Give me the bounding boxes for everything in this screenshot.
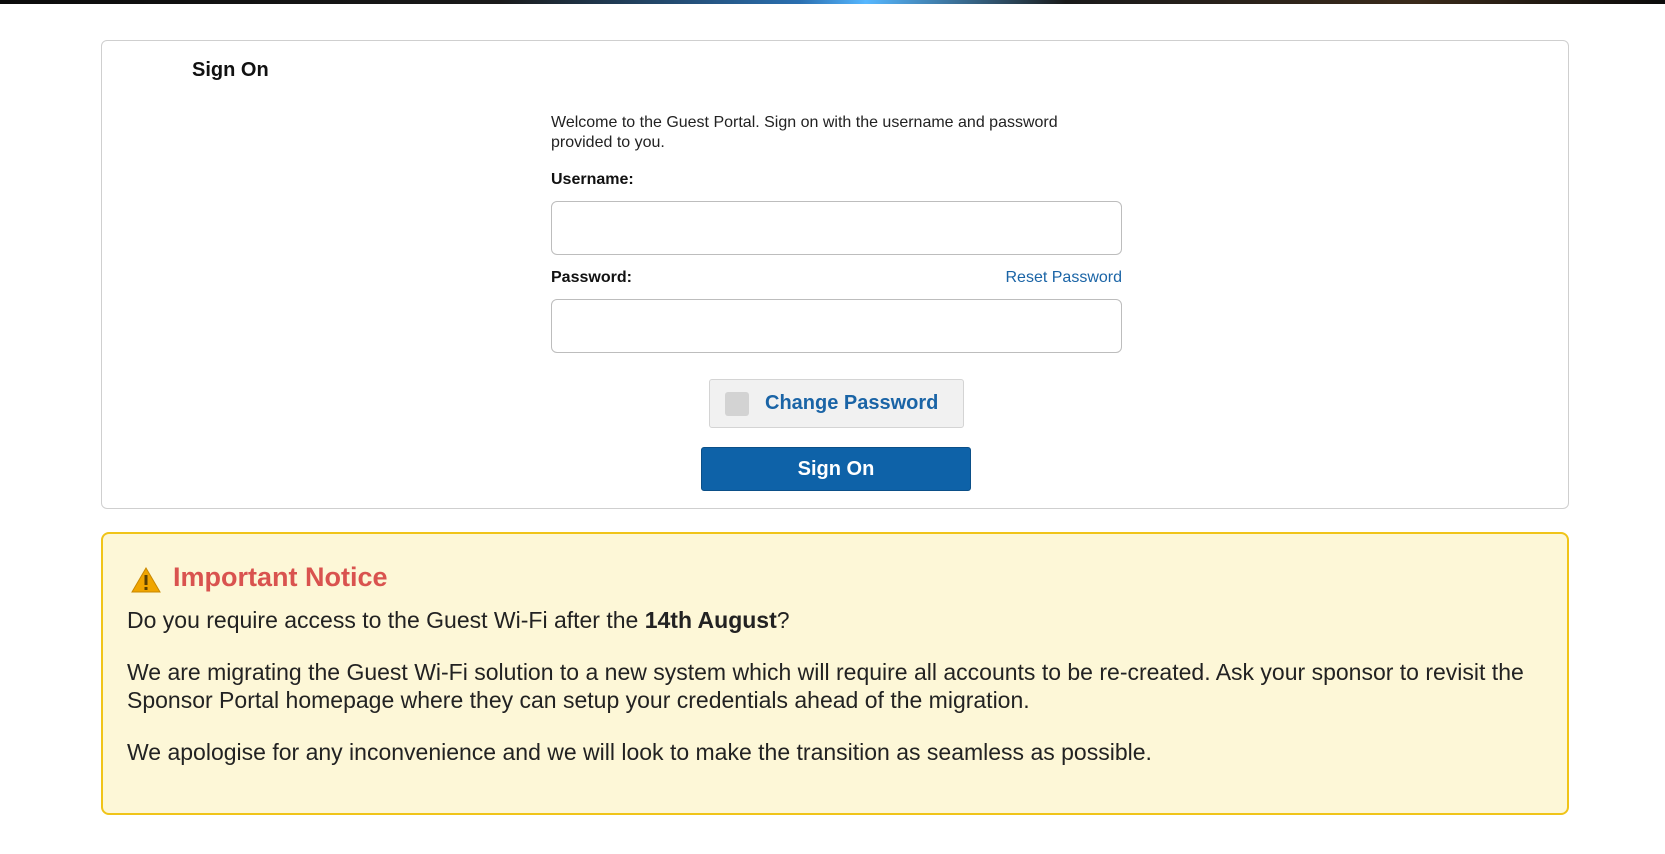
password-input[interactable] <box>551 299 1122 353</box>
username-label: Username: <box>551 171 634 188</box>
reset-password-link[interactable]: Reset Password <box>1006 269 1123 287</box>
password-label-row: Password: Reset Password <box>551 269 1122 289</box>
important-notice: Important Notice Do you require access t… <box>101 532 1569 815</box>
notice-date: 14th August <box>644 607 777 633</box>
notice-question-suffix: ? <box>776 607 790 633</box>
username-label-row: Username: <box>551 171 1122 191</box>
change-password-checkbox[interactable] <box>725 391 749 416</box>
warning-icon <box>131 566 161 592</box>
card-title: Sign On <box>192 59 269 81</box>
notice-heading: Important Notice <box>173 562 388 592</box>
welcome-text: Welcome to the Guest Portal. Sign on wit… <box>551 114 1058 151</box>
username-input[interactable] <box>551 201 1122 255</box>
top-banner-image <box>0 0 1665 4</box>
notice-body: Do you require access to the Guest Wi-Fi… <box>127 606 1527 766</box>
signon-card: Sign On Welcome to the Guest Portal. Sig… <box>101 40 1569 509</box>
notice-migration-text: We are migrating the Guest Wi-Fi solutio… <box>127 659 1524 713</box>
sign-on-button[interactable]: Sign On <box>701 447 971 491</box>
change-password-label: Change Password <box>765 392 939 414</box>
password-label: Password: <box>551 269 632 286</box>
notice-title: Important Notice <box>131 562 388 593</box>
notice-apology-text: We apologise for any inconvenience and w… <box>127 739 1152 765</box>
notice-question-prefix: Do you require access to the Guest Wi-Fi… <box>127 607 645 633</box>
notice-question: Do you require access to the Guest Wi-Fi… <box>127 606 1527 634</box>
signon-form: Welcome to the Guest Portal. Sign on wit… <box>551 113 1122 353</box>
change-password-toggle[interactable]: Change Password <box>709 379 964 428</box>
